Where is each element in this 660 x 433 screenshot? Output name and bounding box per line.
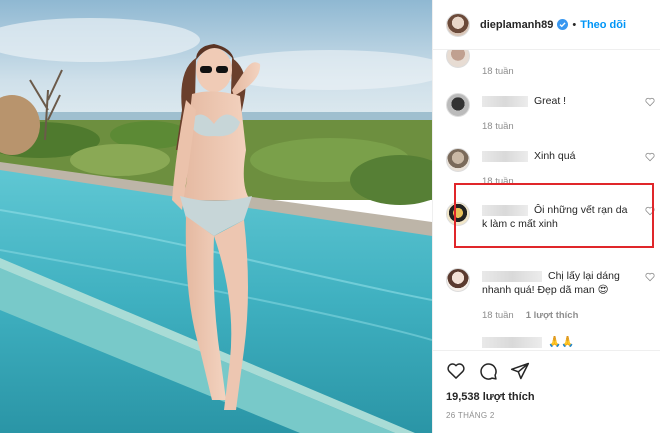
- post-date[interactable]: 26 THÁNG 2: [446, 411, 648, 420]
- commenter-name-blurred[interactable]: [482, 270, 542, 282]
- comment-text: 🙏🙏: [482, 335, 633, 349]
- verified-badge-icon: [557, 19, 569, 30]
- heart-icon[interactable]: [446, 361, 466, 381]
- comment-meta: 18 tuần: [482, 121, 514, 132]
- comment-likes-count[interactable]: 1 lượt thích: [526, 310, 579, 321]
- pool-photo-illustration: [0, 0, 432, 433]
- comment-like-heart-icon[interactable]: [645, 97, 655, 107]
- comment-text: Chị lấy lại dáng nhanh quá! Đẹp dã man 😍: [482, 269, 633, 297]
- comment-item: 18 tuần: [446, 50, 655, 84]
- likes-count[interactable]: 19,538 lượt thích: [446, 391, 648, 403]
- commenter-avatar[interactable]: [446, 50, 470, 68]
- comment-body: 🙏🙏: [548, 336, 575, 348]
- post-actions: 19,538 lượt thích 26 THÁNG 2: [433, 350, 660, 420]
- comment-text: Great !: [482, 94, 633, 108]
- comment-item: 🙏🙏: [446, 334, 655, 350]
- comment-meta: 18 tuần 1 lượt thích: [482, 310, 578, 321]
- follow-button[interactable]: Theo dõi: [580, 19, 626, 31]
- action-icons: [446, 359, 648, 383]
- comment-item: Chị lấy lại dáng nhanh quá! Đẹp dã man 😍…: [446, 268, 655, 324]
- comment-icon[interactable]: [478, 361, 498, 381]
- post-header: dieplamanh89 • Theo dõi: [433, 0, 660, 50]
- paper-plane-icon[interactable]: [510, 361, 530, 381]
- author-avatar[interactable]: [446, 12, 470, 37]
- commenter-name-blurred[interactable]: [482, 95, 528, 107]
- comment-like-heart-icon[interactable]: [645, 152, 655, 162]
- comment-body: Xinh quá: [534, 150, 576, 162]
- commenter-name-blurred[interactable]: [482, 150, 528, 162]
- red-highlight-box: [454, 183, 654, 248]
- comment-like-heart-icon[interactable]: [645, 272, 655, 282]
- comment-text: Xinh quá: [482, 149, 633, 163]
- comment-body: Great !: [534, 95, 567, 107]
- commenter-avatar[interactable]: [446, 93, 470, 117]
- comment-time[interactable]: 18 tuần: [482, 121, 514, 132]
- comment-item: Great ! 18 tuần: [446, 93, 655, 133]
- post-photo: [0, 0, 432, 433]
- commenter-avatar[interactable]: [446, 268, 470, 292]
- comment-time[interactable]: 18 tuần: [482, 66, 514, 77]
- comment-time[interactable]: 18 tuần: [482, 310, 514, 321]
- commenter-avatar[interactable]: [446, 148, 470, 172]
- commenter-name-blurred[interactable]: [482, 336, 542, 348]
- author-username[interactable]: dieplamanh89: [480, 19, 553, 31]
- comment-item: Xinh quá 18 tuần: [446, 148, 655, 188]
- separator-dot: •: [572, 18, 577, 31]
- comment-meta: 18 tuần: [482, 66, 514, 77]
